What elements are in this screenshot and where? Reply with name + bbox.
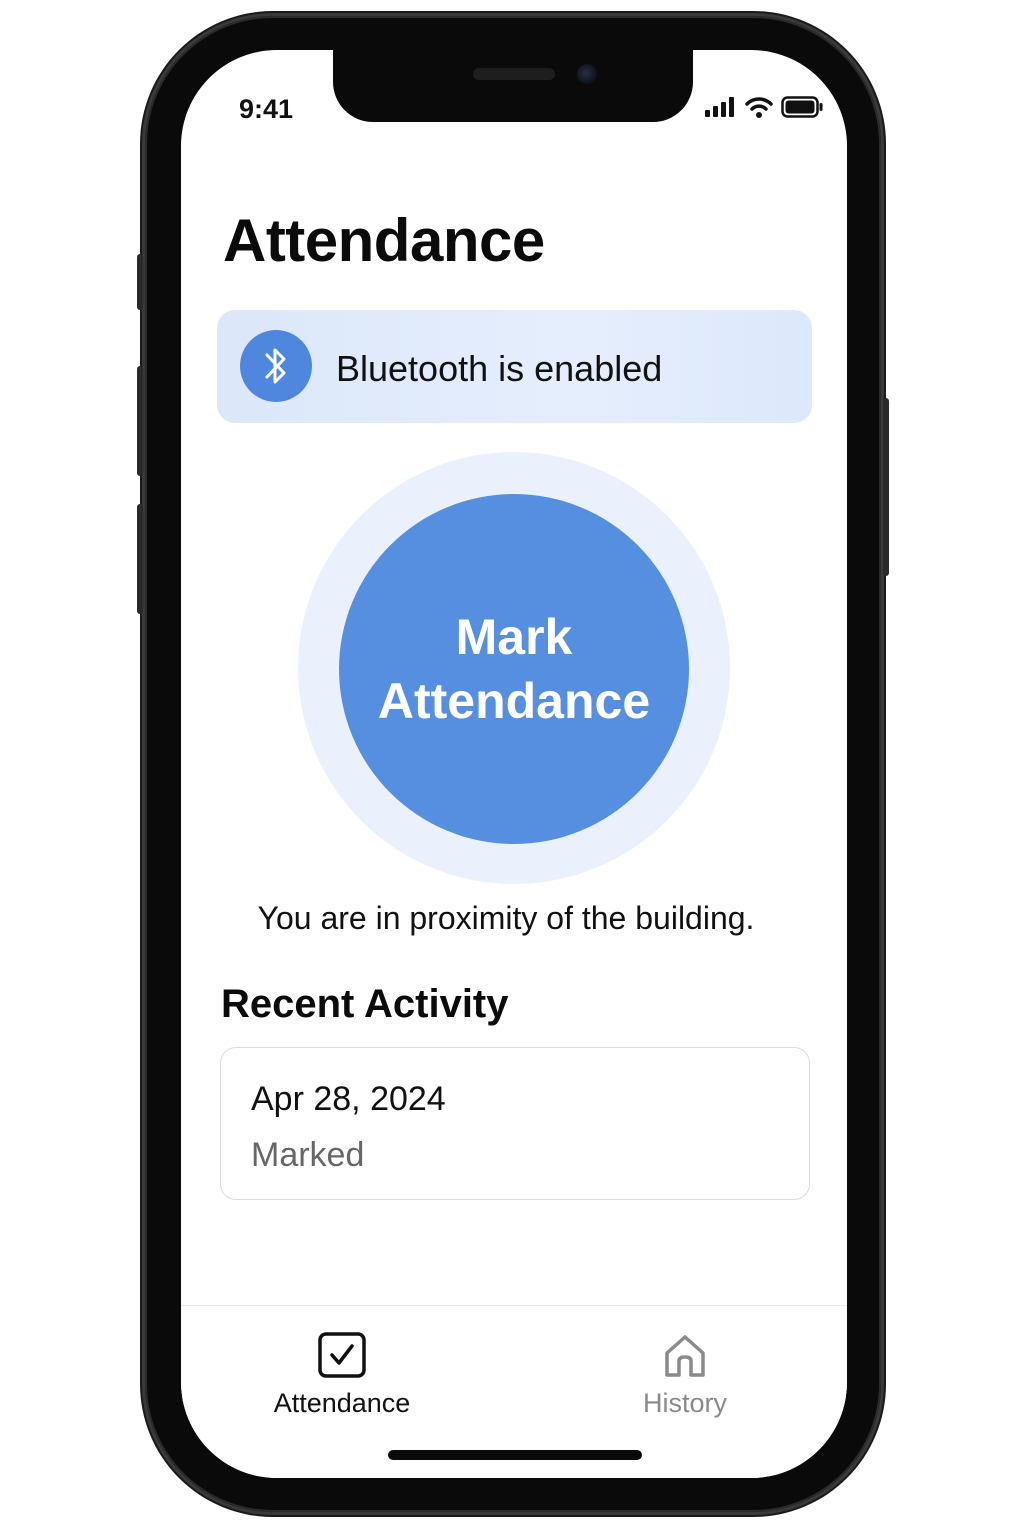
tab-history[interactable]: History xyxy=(575,1306,795,1436)
volume-up-button xyxy=(137,366,143,476)
home-indicator[interactable] xyxy=(388,1450,642,1460)
mark-attendance-label-line2: Attendance xyxy=(377,673,651,729)
status-time: 9:41 xyxy=(239,94,294,124)
tab-attendance-label: Attendance xyxy=(273,1388,411,1418)
screen: 9:41 Attendance Bluetooth is enabled Mar… xyxy=(181,50,847,1478)
proximity-message: You are in proximity of the building. xyxy=(257,900,755,936)
activity-card[interactable]: Apr 28, 2024 Marked xyxy=(220,1047,810,1200)
notch xyxy=(333,50,693,122)
mute-switch xyxy=(137,254,143,310)
wifi-icon xyxy=(745,97,773,118)
signal-icon xyxy=(705,97,734,117)
phone-frame: 9:41 Attendance Bluetooth is enabled Mar… xyxy=(137,16,889,1512)
mark-attendance-label-line1: Mark xyxy=(455,609,573,665)
front-camera xyxy=(577,64,597,84)
activity-status: Marked xyxy=(251,1136,365,1174)
speaker-grille xyxy=(473,68,555,80)
power-button xyxy=(883,398,889,576)
tab-attendance[interactable]: Attendance xyxy=(232,1306,452,1436)
status-icons xyxy=(705,96,823,118)
bluetooth-icon xyxy=(240,330,312,402)
mark-attendance-button[interactable]: Mark Attendance xyxy=(339,494,689,844)
checkbox-icon xyxy=(318,1330,366,1380)
bluetooth-status-banner: Bluetooth is enabled xyxy=(217,310,812,423)
recent-activity-title: Recent Activity xyxy=(221,982,509,1026)
bluetooth-status-text: Bluetooth is enabled xyxy=(336,348,663,389)
page-title: Attendance xyxy=(223,207,545,274)
tab-history-label: History xyxy=(642,1388,727,1418)
activity-date: Apr 28, 2024 xyxy=(251,1080,446,1118)
mark-attendance-label: Mark Attendance xyxy=(354,605,674,733)
battery-icon xyxy=(781,96,823,118)
volume-down-button xyxy=(137,504,143,614)
home-icon xyxy=(663,1330,707,1380)
